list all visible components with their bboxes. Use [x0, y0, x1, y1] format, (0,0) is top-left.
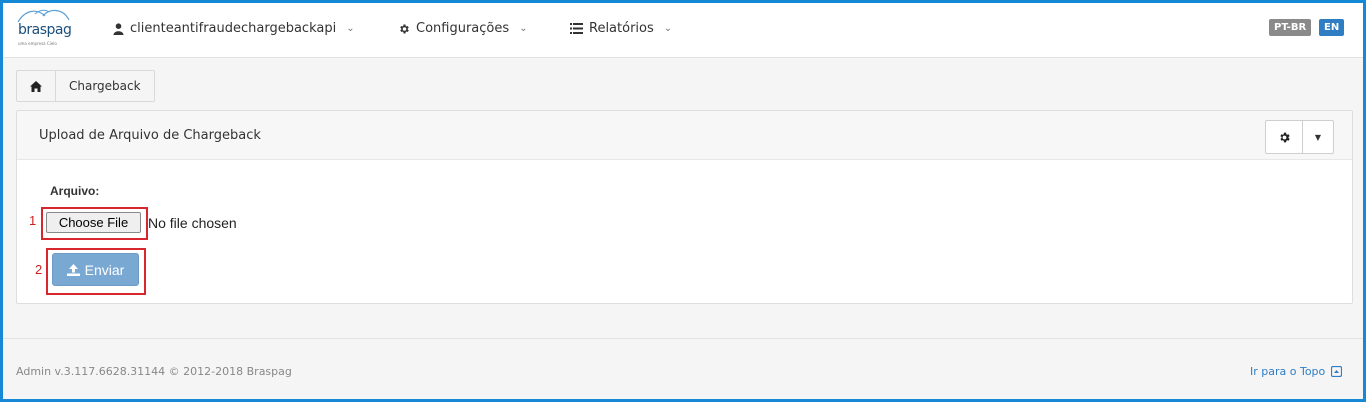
caret-down-icon[interactable]: ▼ [1303, 121, 1333, 153]
breadcrumb: Chargeback [16, 70, 155, 102]
submit-label: Enviar [84, 261, 125, 278]
user-menu[interactable]: clienteantifraudechargebackapi ⌄ [113, 21, 355, 36]
logo-subtitle: uma empresa Cielo [18, 41, 57, 46]
braspag-logo[interactable]: braspag uma empresa Cielo [15, 8, 75, 48]
upload-icon [66, 263, 80, 276]
user-icon [113, 22, 124, 35]
top-navbar: braspag uma empresa Cielo clienteantifra… [3, 3, 1363, 58]
submit-upload-button[interactable]: Enviar [52, 253, 139, 286]
back-to-top-label: Ir para o Topo [1250, 365, 1326, 378]
upload-panel: Upload de Arquivo de Chargeback ▼ Arquiv… [16, 110, 1353, 304]
app-frame: braspag uma empresa Cielo clienteantifra… [0, 0, 1366, 402]
gear-icon [1279, 132, 1290, 142]
file-field-label: Arquivo: [50, 184, 100, 198]
chevron-down-icon: ⌄ [663, 23, 673, 34]
panel-header: Upload de Arquivo de Chargeback ▼ [17, 111, 1352, 160]
choose-file-button[interactable]: Choose File [46, 212, 141, 233]
logo-text: braspag [18, 22, 72, 38]
lang-pt-br-button[interactable]: PT-BR [1269, 19, 1312, 36]
config-menu-label: Configurações [416, 21, 510, 36]
breadcrumb-current: Chargeback [69, 79, 141, 93]
panel-title: Upload de Arquivo de Chargeback [39, 128, 261, 143]
no-file-text: No file chosen [148, 215, 237, 231]
chevron-down-icon: ⌄ [519, 23, 528, 34]
chevron-down-icon: ⌄ [346, 23, 355, 34]
arrow-up-square-icon [1331, 366, 1343, 377]
footer-copyright: Admin v.3.117.6628.31144 © 2012-2018 Bra… [16, 365, 292, 378]
lang-en-button[interactable]: EN [1319, 19, 1345, 36]
home-icon [30, 80, 42, 92]
footer: Admin v.3.117.6628.31144 © 2012-2018 Bra… [3, 338, 1363, 399]
reports-menu-label: Relatórios [589, 21, 654, 36]
back-to-top-link[interactable]: Ir para o Topo [1250, 365, 1343, 378]
step-2-marker: 2 [35, 262, 43, 277]
panel-settings-dropdown[interactable]: ▼ [1265, 120, 1334, 154]
gear-icon [400, 24, 409, 33]
reports-menu[interactable]: Relatórios ⌄ [570, 21, 672, 36]
settings-button[interactable] [1266, 121, 1303, 153]
user-menu-label: clienteantifraudechargebackapi [130, 21, 337, 36]
step-1-marker: 1 [29, 213, 37, 228]
config-menu[interactable]: Configurações ⌄ [398, 21, 528, 36]
breadcrumb-home[interactable] [17, 71, 56, 101]
list-icon [570, 23, 583, 34]
